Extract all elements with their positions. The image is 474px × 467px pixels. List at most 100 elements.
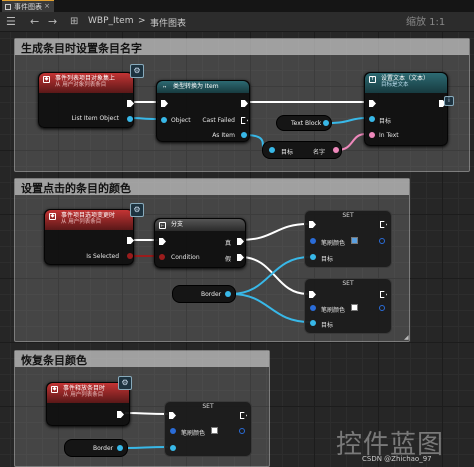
node-header: f 设置文本（文本） 目标是文本 [365, 73, 447, 93]
node-title: SET [342, 280, 354, 287]
exec-out-pin[interactable] [380, 221, 387, 228]
color-swatch[interactable] [351, 304, 358, 311]
color-out-pin[interactable] [239, 428, 245, 434]
exec-out-pin[interactable] [380, 291, 387, 298]
get-name-node[interactable]: 目标 名字 [262, 141, 342, 159]
node-header: ◆ 事件列表项目对象集上 从 用户对象列表条目 [39, 73, 133, 93]
function-icon: f [369, 76, 376, 83]
info-icon: i [444, 96, 454, 106]
event-node-list-item-set[interactable]: ◆ 事件列表项目对象集上 从 用户对象列表条目 List Item Object [38, 72, 134, 128]
node-title: 事件释放条目时 [63, 385, 106, 392]
event-node-selection-changed[interactable]: ◆ 事件项目选项变更时 从 用户列表条目 Is Selected [44, 209, 134, 265]
node-title: 类型转换为 Item [173, 83, 219, 90]
text-in-pin[interactable] [369, 132, 375, 138]
exec-out-pin[interactable] [127, 237, 134, 244]
exec-in-pin[interactable] [309, 221, 316, 228]
node-title: 事件列表项目对象集上 [55, 75, 116, 82]
pin-label: 目标 [379, 118, 392, 125]
exec-out-pin[interactable] [117, 411, 124, 418]
condition-in-pin[interactable] [159, 254, 165, 260]
object-out-pin[interactable] [117, 445, 123, 451]
object-out-pin[interactable] [225, 291, 231, 297]
target-in-pin[interactable] [310, 254, 316, 260]
object-out-pin[interactable] [323, 120, 329, 126]
zoom-overlay: 缩放 1:1 [406, 17, 446, 28]
pin-label: 笔刷颜色 [321, 240, 346, 247]
pin-label: 假 [224, 256, 231, 263]
node-title: 事件项目选项变更时 [61, 212, 116, 219]
target-in-pin[interactable] [170, 445, 176, 451]
pin-label: 笔刷颜色 [321, 307, 346, 314]
bool-out-pin[interactable] [127, 253, 133, 259]
target-in-pin[interactable] [269, 147, 275, 153]
exec-in-pin[interactable] [161, 100, 168, 107]
pin-label: In Text [379, 132, 399, 139]
variable-label: Border [201, 291, 222, 298]
pin-label: 目标 [281, 149, 294, 156]
target-in-pin[interactable] [369, 116, 375, 122]
text-block-variable[interactable]: Text Block [276, 115, 332, 131]
color-swatch[interactable] [211, 427, 218, 434]
set-node-brush-color-selected[interactable]: SET 笔刷颜色 目标 [304, 210, 392, 268]
node-header: ⊢ 分支 [155, 219, 245, 231]
exec-in-pin[interactable] [169, 412, 176, 419]
event-icon: ◆ [49, 213, 56, 220]
pin-label: As Item [212, 132, 235, 139]
variable-label: Border [93, 445, 114, 452]
event-icon: ◆ [51, 386, 58, 393]
delegate-icon: ⚙ [130, 203, 144, 217]
color-swatch[interactable] [351, 237, 358, 244]
node-subtitle: 目标是文本 [381, 82, 409, 88]
delegate-icon: ⚙ [130, 64, 144, 78]
object-out-pin[interactable] [241, 132, 247, 138]
color-out-pin[interactable] [379, 305, 385, 311]
exec-false-pin[interactable] [237, 254, 244, 261]
exec-out-pin[interactable] [241, 100, 248, 107]
border-variable[interactable]: Border [172, 285, 236, 303]
exec-out-pin[interactable] [240, 412, 247, 419]
color-in-pin[interactable] [310, 238, 316, 244]
cast-node[interactable]: ↦ 类型转换为 Item Object Cast Failed As Item [156, 80, 250, 142]
color-in-pin[interactable] [170, 428, 176, 434]
exec-in-pin[interactable] [159, 238, 166, 245]
set-node-brush-color-restore[interactable]: SET 笔刷颜色 [164, 401, 252, 457]
event-icon: ◆ [43, 76, 50, 83]
credit-text: CSDN @Zhichao_97 [362, 455, 432, 463]
node-title: 分支 [171, 221, 184, 228]
branch-node[interactable]: ⊢ 分支 真 Condition 假 [154, 218, 246, 268]
pin-label: 名字 [313, 149, 326, 156]
pin-label: 真 [224, 240, 231, 247]
exec-true-pin[interactable] [237, 238, 244, 245]
pin-label: 笔刷颜色 [181, 430, 206, 437]
pin-label: 目标 [321, 256, 334, 263]
node-title: SET [342, 212, 354, 219]
node-header: ↦ 类型转换为 Item [157, 81, 249, 93]
set-text-node[interactable]: f 设置文本（文本） 目标是文本 目标 In Text [364, 72, 448, 146]
pin-label: List Item Object [71, 115, 119, 122]
node-subtitle: 从 用户列表条目 [61, 219, 102, 225]
node-title: 设置文本（文本） [381, 75, 430, 82]
set-node-brush-color-deselected[interactable]: SET 笔刷颜色 目标 [304, 278, 392, 334]
text-out-pin[interactable] [333, 147, 339, 153]
node-header: ◆ 事件释放条目时 从 用户列表条目 [47, 383, 129, 403]
exec-in-pin[interactable] [369, 100, 376, 107]
pin-label: Object [171, 117, 191, 124]
exec-in-pin[interactable] [309, 291, 316, 298]
exec-failed-pin[interactable] [241, 117, 248, 124]
border-variable[interactable]: Border [64, 439, 128, 457]
pin-label: Is Selected [86, 253, 119, 260]
object-in-pin[interactable] [161, 117, 167, 123]
color-in-pin[interactable] [310, 305, 316, 311]
resize-handle[interactable]: ◢ [404, 334, 409, 341]
exec-out-pin[interactable] [127, 100, 134, 107]
node-header: ◆ 事件项目选项变更时 从 用户列表条目 [45, 210, 133, 230]
target-in-pin[interactable] [310, 320, 316, 326]
pin-label: Condition [171, 254, 200, 261]
object-out-pin[interactable] [127, 116, 133, 122]
delegate-icon: ⚙ [118, 376, 132, 390]
variable-label: Text Block [291, 120, 322, 127]
color-out-pin[interactable] [379, 238, 385, 244]
node-subtitle: 从 用户对象列表条目 [55, 82, 107, 88]
node-subtitle: 从 用户列表条目 [63, 392, 104, 398]
node-title: SET [202, 403, 214, 410]
